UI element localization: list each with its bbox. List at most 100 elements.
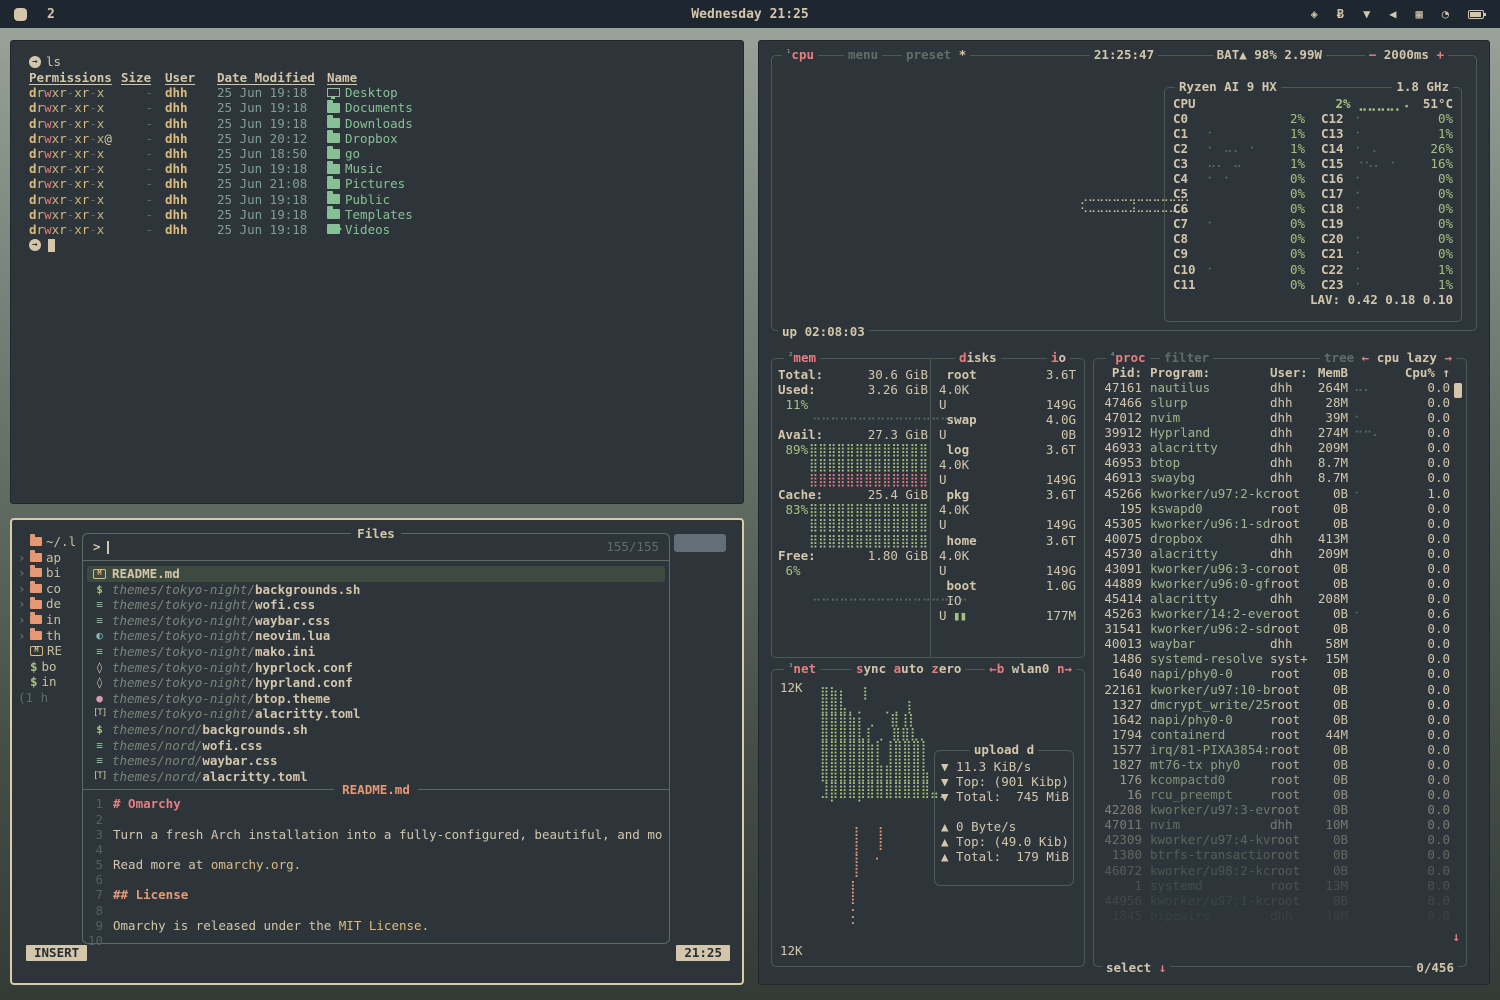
- cpu-frequency: 1.8 GHz: [1392, 79, 1453, 94]
- battery-icon[interactable]: [1468, 10, 1484, 19]
- proc-sort-controls[interactable]: tree ← cpu lazy →: [1320, 350, 1456, 365]
- picker-file-row[interactable]: $themes/nord/backgrounds.sh: [87, 722, 665, 738]
- picker-file-row[interactable]: ≡themes/nord/waybar.css: [87, 753, 665, 769]
- process-row[interactable]: 16rcu_preemptroot0B0.0: [1100, 787, 1460, 802]
- process-row[interactable]: 1577irq/81-PIXA3854:root0B0.0: [1100, 742, 1460, 757]
- picker-file-row[interactable]: ≡themes/tokyo-night/wofi.css: [87, 597, 665, 613]
- picker-file-row[interactable]: ◊themes/tokyo-night/hyprland.conf: [87, 675, 665, 691]
- net-interface[interactable]: ←b wlan0 n→: [985, 661, 1076, 676]
- file-tree-item[interactable]: ›co: [18, 581, 84, 597]
- process-row[interactable]: 1845pipewiredhh10M0.0: [1100, 908, 1460, 923]
- terminal-window[interactable]: → ls PermissionsSizeUserDate ModifiedNam…: [10, 40, 744, 504]
- net-box-title[interactable]: ³net: [784, 661, 820, 676]
- net-options[interactable]: sync auto zero: [852, 661, 965, 676]
- file-tree-item[interactable]: MRE: [18, 643, 84, 659]
- picker-file-row[interactable]: $themes/tokyo-night/backgrounds.sh: [87, 582, 665, 598]
- proc-scrollbar[interactable]: [1454, 383, 1462, 398]
- process-row[interactable]: 44956kworker/u97:1-kcroot0B0.0: [1100, 893, 1460, 908]
- css-icon: ≡: [93, 753, 106, 769]
- process-row[interactable]: 22161kworker/u97:10-broot0B0.0: [1100, 682, 1460, 697]
- preset-button[interactable]: preset *: [902, 47, 970, 62]
- neovim-window[interactable]: ~/.l›ap›bi›co›de›in›thMRE$bo$in(1 h File…: [10, 518, 744, 985]
- process-row[interactable]: 1827mt76-tx phy0root0B0.0: [1100, 757, 1460, 772]
- picker-file-row[interactable]: ≡themes/tokyo-night/mako.ini: [87, 644, 665, 660]
- process-row[interactable]: 45305kworker/u96:1-sdroot0B0.0: [1100, 516, 1460, 531]
- filter-button[interactable]: filter: [1160, 350, 1213, 365]
- disks-title[interactable]: disks: [955, 350, 1001, 365]
- process-row[interactable]: 45414alacrittydhh208M0.0: [1100, 591, 1460, 606]
- folder-icon: [327, 103, 340, 113]
- process-row[interactable]: 45730alacrittydhh209M0.0: [1100, 546, 1460, 561]
- mem-box-title[interactable]: ²mem: [784, 350, 820, 365]
- core-row: C10 ⠂0%: [1165, 262, 1313, 277]
- preview-line: 8: [83, 903, 669, 918]
- process-row[interactable]: 45266kworker/u97:2-kcroot0B⠂1.0: [1100, 486, 1460, 501]
- cpu-box-title[interactable]: ¹cpu: [782, 47, 818, 62]
- disk-row: 4.0K: [939, 457, 1076, 472]
- file-tree-item[interactable]: ›de: [18, 596, 84, 612]
- picker-file-row[interactable]: ●themes/tokyo-night/btop.theme: [87, 691, 665, 707]
- picker-file-row[interactable]: ◐themes/tokyo-night/neovim.lua: [87, 628, 665, 644]
- process-row[interactable]: 40013waybardhh58M0.0: [1100, 636, 1460, 651]
- process-row[interactable]: 46953btopdhh8.7M0.0: [1100, 455, 1460, 470]
- picker-file-row[interactable]: ◊themes/tokyo-night/hyprlock.conf: [87, 660, 665, 676]
- file-tree-item[interactable]: ~/.l: [18, 534, 84, 550]
- net-option-sync[interactable]: sync: [856, 661, 886, 676]
- picker-file-row[interactable]: ≡themes/nord/wofi.css: [87, 738, 665, 754]
- toml-icon: [T]: [93, 706, 106, 722]
- process-row[interactable]: 40075dropboxdhh413M0.0: [1100, 531, 1460, 546]
- file-tree-item[interactable]: $bo: [18, 659, 84, 675]
- core-row: C22 ⠂1%: [1313, 262, 1461, 277]
- process-row[interactable]: 46072kworker/u98:2-kcroot0B0.0: [1100, 863, 1460, 878]
- proc-box-title[interactable]: ⁴proc: [1106, 350, 1150, 365]
- permissions-cell: drwxr-xr-x: [29, 85, 121, 100]
- file-tree-item[interactable]: ›bi: [18, 565, 84, 581]
- net-option-zero[interactable]: zero: [931, 661, 961, 676]
- file-name-cell: Pictures: [327, 176, 725, 191]
- process-row[interactable]: 43091kworker/u96:3-coroot0B0.0: [1100, 561, 1460, 576]
- file-tree-item[interactable]: (1 h: [18, 690, 84, 706]
- process-row[interactable]: 1systemdroot13M0.0: [1100, 878, 1460, 893]
- process-list: 47161nautilusdhh264M⠤⠄0.047466slurpdhh28…: [1094, 380, 1466, 923]
- core-row: C20 ⠂0%: [1313, 231, 1461, 246]
- scroll-down-arrow[interactable]: ↓: [1452, 929, 1460, 944]
- process-row[interactable]: 45263kworker/14:2-everoot0B⠂0.6: [1100, 606, 1460, 621]
- process-row[interactable]: 39912Hyprlanddhh274M⠒⠒⠄0.0: [1100, 425, 1460, 440]
- io-title[interactable]: io: [1047, 350, 1070, 365]
- picker-file-row[interactable]: MREADME.md: [87, 566, 665, 582]
- process-row[interactable]: 1794containerdroot44M0.0: [1100, 727, 1460, 742]
- process-row[interactable]: 1642napi/phy0-0root0B0.0: [1100, 712, 1460, 727]
- process-row[interactable]: 1380btrfs-transactioroot0B0.0: [1100, 847, 1460, 862]
- file-tree-item[interactable]: ›in: [18, 612, 84, 628]
- disks-column: disks io root3.6T4.0KU149G swap4.0GU0B l…: [930, 359, 1084, 657]
- picker-file-row[interactable]: ≡themes/tokyo-night/waybar.css: [87, 613, 665, 629]
- process-row[interactable]: 44889kworker/u96:0-gfroot0B0.0: [1100, 576, 1460, 591]
- process-row[interactable]: 1640napi/phy0-0root0B0.0: [1100, 666, 1460, 681]
- menu-button[interactable]: menu: [844, 47, 882, 62]
- prompt-arrow-icon: →: [29, 56, 41, 68]
- process-row[interactable]: 47012nvimdhh39M⠂0.0: [1100, 410, 1460, 425]
- process-row[interactable]: 176kcompactd0root0B0.0: [1100, 772, 1460, 787]
- process-row[interactable]: 46913swaybgdhh8.7M0.0: [1100, 470, 1460, 485]
- file-tree-item[interactable]: ›ap: [18, 550, 84, 566]
- process-row[interactable]: 42208kworker/u97:3-evroot0B0.0: [1100, 802, 1460, 817]
- process-row[interactable]: 42309kworker/u97:4-kvroot0B0.0: [1100, 832, 1460, 847]
- select-footer[interactable]: select ↓: [1102, 960, 1170, 975]
- file-tree-item[interactable]: $in: [18, 674, 84, 690]
- process-row[interactable]: 47011nvimdhh10M0.0: [1100, 817, 1460, 832]
- process-row[interactable]: 46933alacrittydhh209M0.0: [1100, 440, 1460, 455]
- picker-file-row[interactable]: [T]themes/tokyo-night/alacritty.toml: [87, 706, 665, 722]
- update-interval[interactable]: − 2000ms +: [1365, 47, 1448, 62]
- process-row[interactable]: 31541kworker/u96:2-sdroot0B0.0: [1100, 621, 1460, 636]
- file-tree-item[interactable]: ›th: [18, 628, 84, 644]
- disk-row: log3.6T: [939, 442, 1076, 457]
- process-row[interactable]: 1486systemd-resolvesyst+15M0.0: [1100, 651, 1460, 666]
- disk-row: swap4.0G: [939, 412, 1076, 427]
- btop-window[interactable]: ¹cpu menu preset * 21:25:47 BAT▲ 98% 2.9…: [758, 40, 1490, 985]
- mem-row: [778, 578, 928, 593]
- process-row[interactable]: 1327dmcrypt_write/25root0B0.0: [1100, 697, 1460, 712]
- process-row[interactable]: 47466slurpdhh28M0.0: [1100, 395, 1460, 410]
- process-row[interactable]: 47161nautilusdhh264M⠤⠄0.0: [1100, 380, 1460, 395]
- net-option-auto[interactable]: auto: [894, 661, 924, 676]
- process-row[interactable]: 195kswapd0root0B0.0: [1100, 501, 1460, 516]
